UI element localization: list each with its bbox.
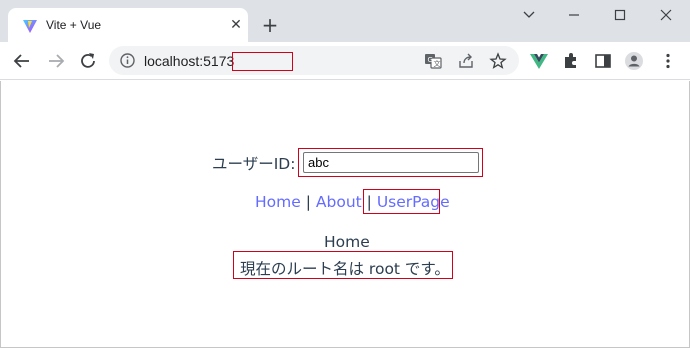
translate-icon[interactable]: G 文 xyxy=(424,52,442,70)
minimize-icon[interactable] xyxy=(564,6,584,24)
url-text[interactable]: localhost:5173 xyxy=(144,53,234,69)
nav-link-home[interactable]: Home xyxy=(255,193,301,211)
userid-input[interactable] xyxy=(303,152,479,173)
vite-logo-icon xyxy=(23,20,37,33)
browser-toolbar: localhost:5173 G 文 xyxy=(0,42,690,80)
tab-close-icon[interactable]: ✕ xyxy=(228,17,244,33)
nav-link-about[interactable]: About xyxy=(316,193,362,211)
vue-devtools-icon[interactable] xyxy=(529,51,549,71)
page-content: ユーザーID: Home | About | UserPage Home 現在の… xyxy=(0,81,690,348)
close-window-icon[interactable] xyxy=(656,6,676,24)
nav-separator: | xyxy=(305,193,311,211)
address-bar[interactable]: localhost:5173 G 文 xyxy=(109,46,519,75)
back-arrow-icon[interactable] xyxy=(11,50,33,72)
share-icon[interactable] xyxy=(457,52,475,70)
redacted-url-highlight xyxy=(232,52,293,71)
side-panel-icon[interactable] xyxy=(593,51,613,71)
bookmark-star-icon[interactable] xyxy=(489,52,507,70)
view-title: Home xyxy=(324,233,370,251)
profile-avatar-icon[interactable] xyxy=(624,51,644,71)
tab-search-chevron-icon[interactable] xyxy=(519,6,539,24)
extensions-puzzle-icon[interactable] xyxy=(561,51,581,71)
tab-title: Vite + Vue xyxy=(46,18,102,32)
route-message-highlight-box xyxy=(233,251,453,279)
reload-icon[interactable] xyxy=(77,50,99,72)
browser-tab[interactable]: Vite + Vue ✕ xyxy=(8,8,248,42)
tab-strip: Vite + Vue ✕ + xyxy=(0,0,690,42)
site-info-icon[interactable] xyxy=(119,52,136,69)
userpage-highlight-box xyxy=(363,189,440,214)
new-tab-button[interactable]: + xyxy=(259,14,281,36)
menu-kebab-icon[interactable] xyxy=(658,51,678,71)
maximize-icon[interactable] xyxy=(610,6,630,24)
svg-text:文: 文 xyxy=(434,59,441,68)
svg-text:G: G xyxy=(428,56,433,64)
forward-arrow-icon[interactable] xyxy=(45,50,67,72)
userid-label: ユーザーID: xyxy=(212,155,296,173)
